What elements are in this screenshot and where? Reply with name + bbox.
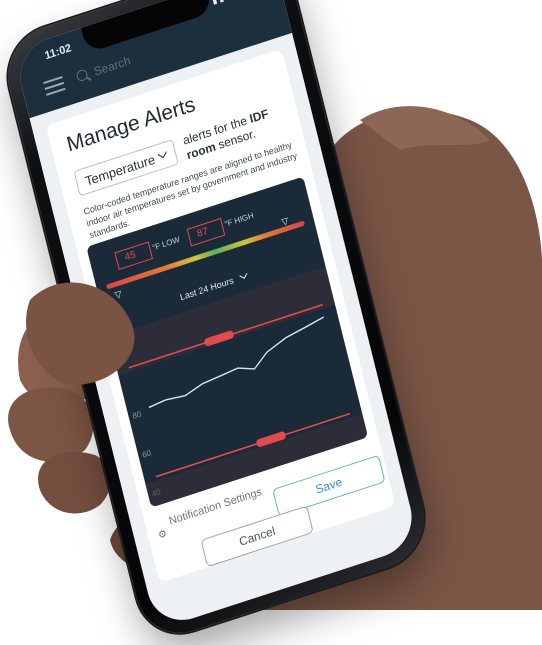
photo-scene: 11:02 ▮▮ ◠ ▬ Search Manage Alerts Temper…	[0, 0, 542, 645]
thumb-illustration	[26, 282, 135, 386]
